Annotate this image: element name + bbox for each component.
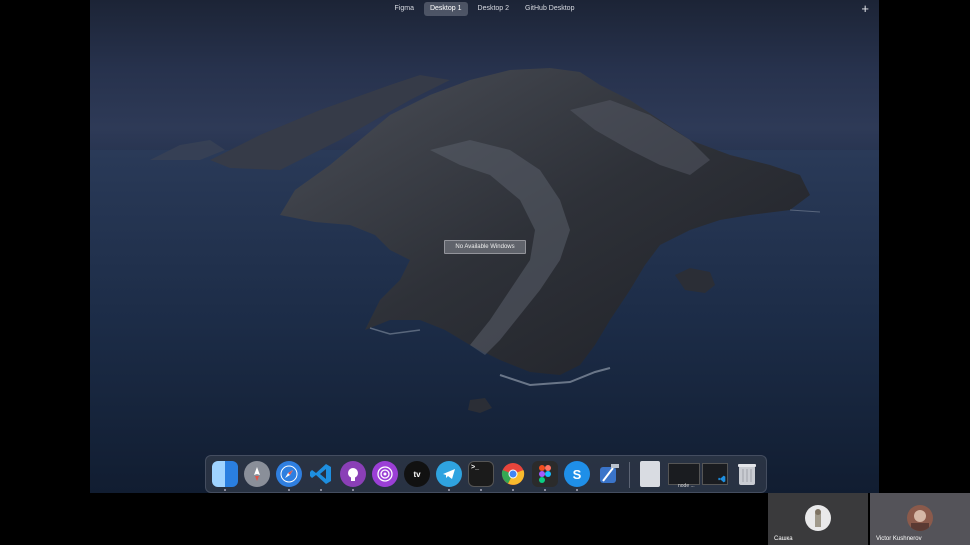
space-tab-desktop-1[interactable]: Desktop 1 [423,2,468,16]
running-indicator [480,489,482,491]
running-indicator [448,489,450,491]
video-call-strip: Сашка Victor Kushnerov [768,493,970,545]
finder-icon[interactable] [212,461,238,487]
participant-name: Сашка [774,536,793,542]
apple-tv-icon[interactable]: tv [404,461,430,487]
launchpad-icon[interactable] [244,461,270,487]
document-icon[interactable] [640,461,660,487]
terminal-icon[interactable]: >_ [468,461,494,487]
dock: tv >_ S node ... [205,455,767,493]
minimized-terminal-window[interactable] [668,463,700,485]
running-indicator [512,489,514,491]
dock-separator [629,462,630,488]
minimized-vscode-window[interactable] [702,463,728,485]
vscode-icon[interactable] [308,461,334,487]
chrome-icon[interactable] [500,461,526,487]
no-available-windows-label: No Available Windows [444,240,526,254]
terminal-glyph: >_ [471,464,479,471]
running-indicator [544,489,546,491]
participant-name: Victor Kushnerov [876,536,922,542]
github-icon[interactable] [340,461,366,487]
minimized-window-label: node ... [678,483,695,489]
running-indicator [576,489,578,491]
running-indicator [320,489,322,491]
xcode-icon[interactable] [596,461,622,487]
skype-glyph: S [572,466,582,482]
space-tab-desktop-2[interactable]: Desktop 2 [472,2,516,16]
telegram-icon[interactable] [436,461,462,487]
space-tab-figma[interactable]: Figma [389,2,420,16]
add-space-button[interactable]: + [861,1,869,17]
running-indicator [288,489,290,491]
desktop-screen: Figma Desktop 1 Desktop 2 GitHub Desktop… [90,0,879,493]
participant-tile[interactable]: Сашка [768,493,868,545]
space-tab-github-desktop[interactable]: GitHub Desktop [519,2,580,16]
skype-icon[interactable]: S [564,461,590,487]
avatar [805,505,831,531]
trash-icon[interactable] [734,461,760,487]
mission-control-spaces-bar: Figma Desktop 1 Desktop 2 GitHub Desktop [90,0,879,18]
participant-tile[interactable]: Victor Kushnerov [870,493,970,545]
safari-icon[interactable] [276,461,302,487]
avatar [907,505,933,531]
running-indicator [352,489,354,491]
apple-tv-glyph: tv [413,469,421,479]
podcasts-icon[interactable] [372,461,398,487]
running-indicator [224,489,226,491]
figma-icon[interactable] [532,461,558,487]
